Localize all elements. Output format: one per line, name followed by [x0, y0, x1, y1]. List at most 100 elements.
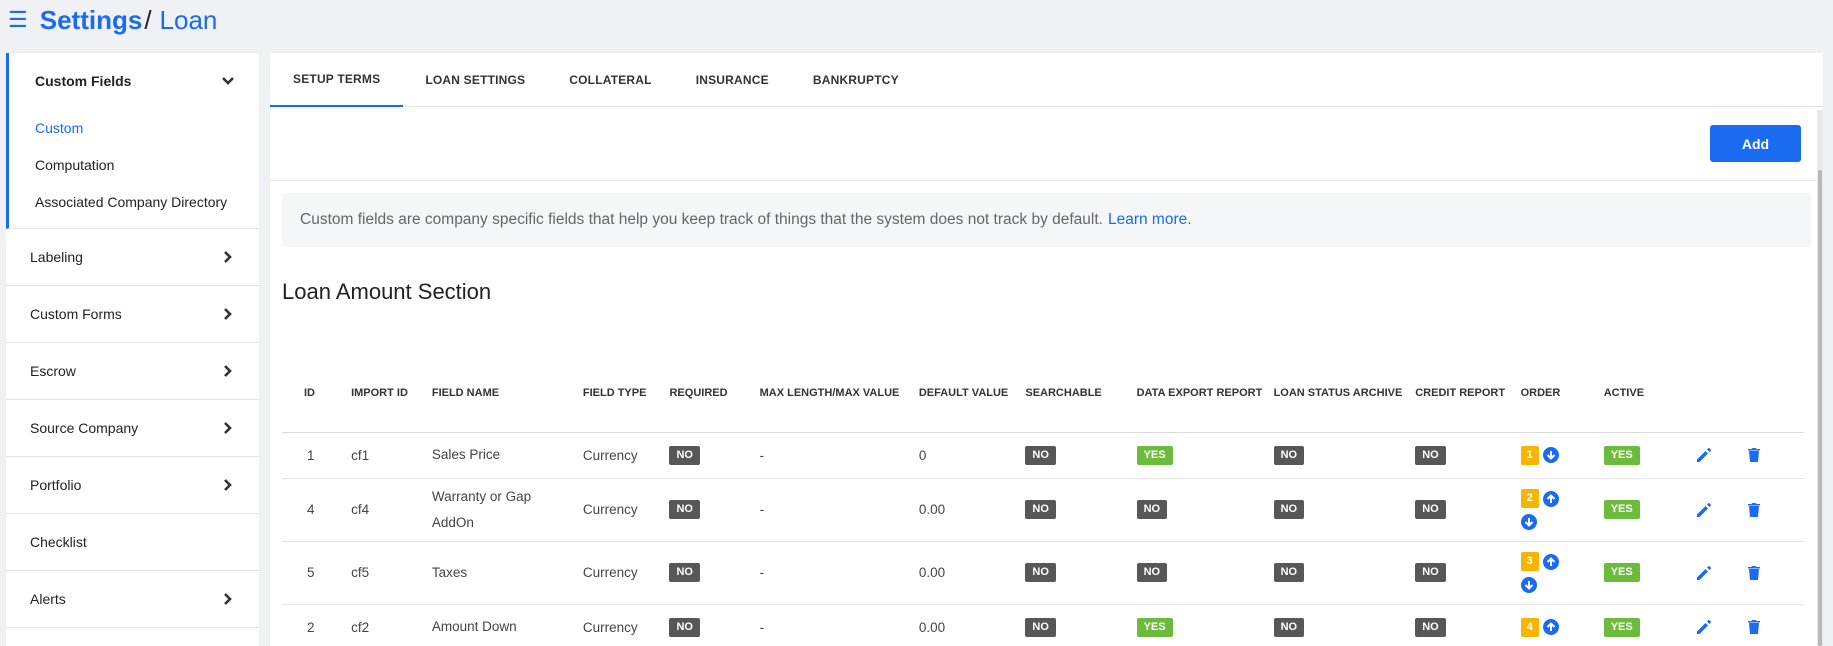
arrow-up-circle-icon[interactable]	[1542, 553, 1559, 570]
scrollbar[interactable]	[1817, 110, 1823, 646]
settings-sidebar: Custom Fields Custom Computation Associate…	[6, 53, 259, 646]
sidebar-item-alerts[interactable]: Alerts	[6, 571, 259, 628]
tab-setup-terms[interactable]: SETUP TERMS	[270, 53, 404, 107]
trash-icon[interactable]	[1745, 564, 1763, 582]
pencil-icon[interactable]	[1695, 564, 1713, 582]
arrow-down-circle-icon[interactable]	[1542, 447, 1559, 463]
chevron-right-icon	[224, 593, 232, 605]
cell-loan-status-archive: NO	[1273, 604, 1416, 646]
active-badge: YES	[1603, 617, 1640, 637]
info-banner: Custom fields are company specific field…	[282, 193, 1811, 247]
sidebar-group-label: Custom Fields	[35, 73, 132, 89]
cell-field-name: Warranty or Gap AddOn	[431, 478, 583, 542]
sidebar-subitem-computation[interactable]: Computation	[9, 146, 259, 183]
info-suffix: .	[1187, 211, 1192, 228]
learn-more-link[interactable]: Learn more	[1108, 211, 1187, 229]
sidebar-item-custom-forms[interactable]: Custom Forms	[6, 286, 259, 343]
top-bar: ☰ Settings / Loan	[0, 0, 1833, 40]
sidebar-item-label: Source Company	[30, 420, 139, 436]
cell-import-id: cf5	[351, 541, 432, 605]
searchable-badge: NO	[1025, 617, 1056, 637]
order-badge: 2	[1520, 489, 1539, 508]
data-export-report-badge: YES	[1136, 445, 1173, 465]
cell-max-length: -	[759, 541, 919, 605]
loan-status-archive-badge: NO	[1273, 617, 1305, 637]
column-header-actions-edit	[1695, 345, 1746, 433]
arrow-up-circle-icon[interactable]	[1542, 490, 1559, 507]
cell-delete	[1745, 604, 1804, 646]
hamburger-icon[interactable]: ☰	[8, 9, 28, 31]
trash-icon[interactable]	[1745, 501, 1763, 519]
default-value-text: 0.00	[918, 502, 946, 517]
tab-collateral[interactable]: COLLATERAL	[547, 53, 673, 107]
order-badge: 1	[1520, 445, 1539, 465]
cell-field-name: Sales Price	[431, 432, 583, 479]
tab-bankruptcy[interactable]: BANKRUPTCY	[791, 53, 921, 107]
credit-report-badge: NO	[1415, 617, 1446, 637]
cell-data-export-report: NO	[1136, 541, 1274, 605]
sidebar-item-escrow[interactable]: Escrow	[6, 343, 259, 400]
chevron-down-icon	[222, 77, 234, 85]
cell-id: 4	[282, 478, 352, 542]
sidebar-subitem-custom[interactable]: Custom	[9, 109, 259, 146]
cell-delete	[1745, 432, 1804, 479]
credit-report-badge: NO	[1415, 563, 1446, 582]
sidebar-item-label: Checklist	[30, 534, 87, 550]
cell-id: 1	[282, 432, 352, 479]
tab-insurance[interactable]: INSURANCE	[674, 53, 791, 107]
active-badge: YES	[1603, 445, 1640, 465]
cell-order: 1	[1520, 432, 1604, 479]
sidebar-subitem-associated-company-directory[interactable]: Associated Company Directory	[9, 183, 259, 220]
pencil-icon[interactable]	[1695, 501, 1713, 519]
loan-status-archive-badge: NO	[1273, 500, 1305, 519]
column-header-loan-status-archive: LOAN STATUS ARCHIVE	[1273, 345, 1416, 433]
trash-icon[interactable]	[1745, 446, 1763, 464]
sidebar-item-checklist[interactable]: Checklist	[6, 514, 259, 571]
arrow-down-circle-icon[interactable]	[1520, 577, 1537, 593]
sidebar-item-labeling[interactable]: Labeling	[6, 229, 259, 286]
breadcrumb-root[interactable]: Settings	[40, 5, 143, 36]
cell-field-name: Amount Down	[431, 604, 583, 646]
cell-max-length: -	[759, 478, 919, 542]
loan-status-archive-badge: NO	[1273, 563, 1305, 582]
trash-icon[interactable]	[1745, 618, 1763, 636]
add-button[interactable]: Add	[1710, 125, 1801, 162]
cell-active: YES	[1603, 541, 1695, 605]
cell-field-type: Currency	[582, 541, 670, 605]
sidebar-group-header[interactable]: Custom Fields	[9, 53, 259, 109]
max-length-text: -	[759, 447, 765, 463]
tab-loan-settings[interactable]: LOAN SETTINGS	[403, 53, 547, 107]
required-badge: NO	[669, 500, 700, 519]
arrow-up-circle-icon[interactable]	[1542, 619, 1559, 635]
column-header-id: ID	[282, 345, 352, 433]
field-name-text: Warranty or Gap AddOn	[431, 488, 532, 530]
cell-loan-status-archive: NO	[1273, 432, 1416, 479]
sidebar-item-source-company[interactable]: Source Company	[6, 400, 259, 457]
sidebar-group-custom-fields: Custom Fields Custom Computation Associate…	[6, 53, 259, 229]
import-id-text: cf1	[351, 447, 370, 463]
cell-required: NO	[669, 432, 760, 479]
field-name-text: Amount Down	[431, 619, 517, 634]
default-value-text: 0.00	[918, 619, 946, 635]
sidebar-item-label: Alerts	[30, 591, 66, 607]
sidebar-item-portfolio[interactable]: Portfolio	[6, 457, 259, 514]
cell-import-id: cf1	[351, 432, 432, 479]
order-badge: 3	[1520, 552, 1539, 571]
breadcrumb-current: Loan	[159, 4, 218, 35]
required-badge: NO	[669, 617, 700, 637]
pencil-icon[interactable]	[1695, 446, 1713, 464]
max-length-text: -	[759, 619, 765, 635]
cell-edit	[1695, 604, 1746, 646]
column-header-actions-delete	[1745, 345, 1804, 433]
chevron-right-icon	[224, 422, 232, 434]
required-badge: NO	[669, 445, 700, 465]
column-header-field-name: FIELD NAME	[431, 345, 583, 433]
field-type-text: Currency	[582, 502, 638, 517]
field-name-text: Sales Price	[431, 447, 501, 462]
cell-order: 2	[1520, 478, 1604, 542]
chevron-right-icon	[224, 251, 232, 263]
pencil-icon[interactable]	[1695, 618, 1713, 636]
cell-data-export-report: YES	[1136, 432, 1274, 479]
section-title: Loan Amount Section	[282, 279, 492, 304]
arrow-down-circle-icon[interactable]	[1520, 514, 1537, 530]
